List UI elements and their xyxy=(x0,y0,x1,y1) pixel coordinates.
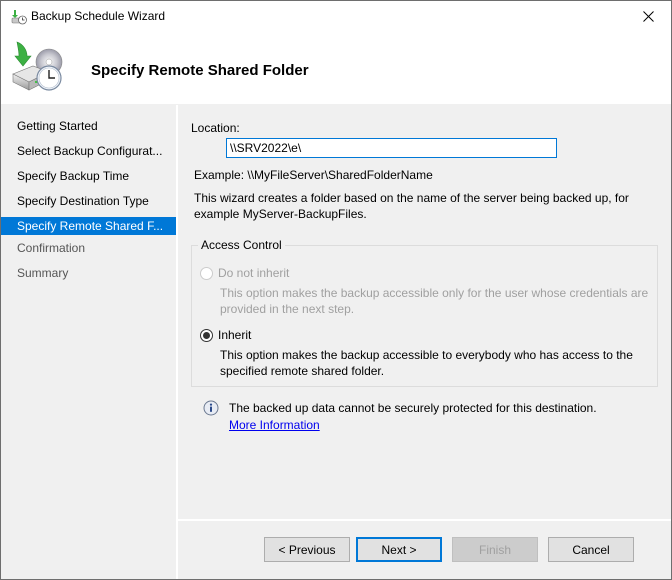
step-specify-remote-shared-folder[interactable]: Specify Remote Shared F... xyxy=(1,217,176,235)
do-not-inherit-label: Do not inherit xyxy=(218,266,290,280)
next-button[interactable]: Next > xyxy=(356,537,442,562)
inherit-label[interactable]: Inherit xyxy=(218,328,251,342)
info-text: The backed up data cannot be securely pr… xyxy=(229,401,597,415)
window-title: Backup Schedule Wizard xyxy=(31,9,166,23)
inherit-desc-line-1: This option makes the backup accessible … xyxy=(220,348,633,362)
title-bar: Backup Schedule Wizard xyxy=(1,1,671,32)
do-not-inherit-radio[interactable] xyxy=(200,267,213,280)
wizard-steps-sidebar: Getting Started Select Backup Configurat… xyxy=(1,105,176,579)
close-button[interactable] xyxy=(625,1,671,32)
do-not-inherit-desc-line-2: provided in the next step. xyxy=(220,302,355,316)
previous-button[interactable]: < Previous xyxy=(264,537,350,562)
wizard-content: Location: Example: \\MyFileServer\Shared… xyxy=(178,105,671,525)
description-line-1: This wizard creates a folder based on th… xyxy=(194,191,629,205)
access-control-group: Access Control Do not inherit This optio… xyxy=(191,238,658,387)
more-information-link[interactable]: More Information xyxy=(229,418,320,432)
location-input[interactable] xyxy=(226,138,557,158)
backup-disk-clock-icon xyxy=(12,41,63,91)
location-label: Location: xyxy=(191,121,240,135)
close-icon xyxy=(642,11,654,22)
step-confirmation: Confirmation xyxy=(17,241,86,255)
cancel-button[interactable]: Cancel xyxy=(548,537,634,562)
step-specify-destination-type[interactable]: Specify Destination Type xyxy=(1,192,176,210)
description-line-2: example MyServer-BackupFiles. xyxy=(194,207,367,221)
footer-divider xyxy=(178,519,671,521)
inherit-radio[interactable] xyxy=(200,329,213,342)
step-summary: Summary xyxy=(17,266,69,280)
step-specify-backup-time[interactable]: Specify Backup Time xyxy=(1,167,176,185)
finish-button: Finish xyxy=(452,537,538,562)
page-title: Specify Remote Shared Folder xyxy=(91,62,309,79)
inherit-desc-line-2: specified remote shared folder. xyxy=(220,364,385,378)
info-icon xyxy=(203,400,219,416)
wizard-header: Specify Remote Shared Folder xyxy=(1,32,671,104)
access-control-legend: Access Control xyxy=(198,238,285,252)
example-text: Example: \\MyFileServer\SharedFolderName xyxy=(194,168,433,182)
description-text: This wizard creates a folder based on th… xyxy=(194,190,629,222)
do-not-inherit-desc-line-1: This option makes the backup accessible … xyxy=(220,286,649,300)
step-select-backup-configuration[interactable]: Select Backup Configurat... xyxy=(1,142,176,160)
inherit-description: This option makes the backup accessible … xyxy=(220,347,633,379)
do-not-inherit-description: This option makes the backup accessible … xyxy=(220,285,648,317)
step-getting-started[interactable]: Getting Started xyxy=(1,117,176,135)
backup-schedule-icon xyxy=(11,10,27,25)
wizard-window: Backup Schedule Wizard Specify Remote Sh… xyxy=(0,0,672,580)
